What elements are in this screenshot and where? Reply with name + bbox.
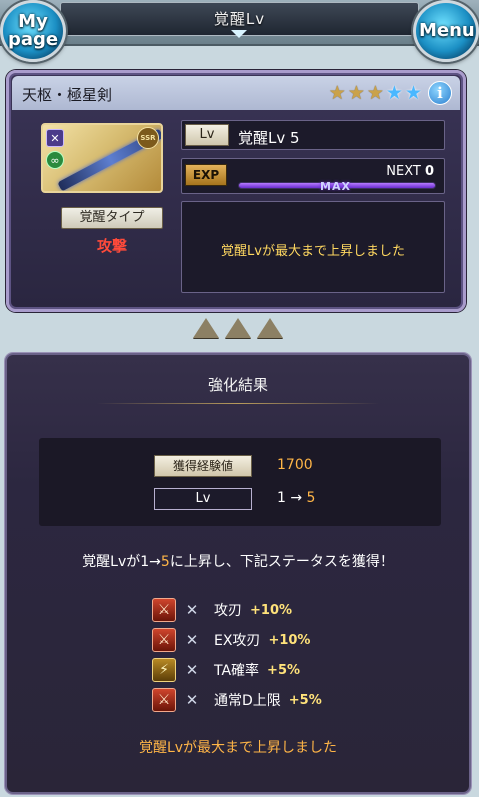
weapon-card-header: 天枢・極星剣 ★ ★ ★ ★ ★ i xyxy=(12,76,460,110)
sword-sub-icon: ✕ xyxy=(185,631,199,649)
info-icon[interactable]: i xyxy=(428,81,452,105)
exp-box: EXP NEXT 0 MAX xyxy=(181,158,445,194)
skill-row: ⚡ ✕ TA確率 +5% xyxy=(152,655,322,685)
skill-value: +10% xyxy=(250,602,293,618)
star-gold-icon: ★ xyxy=(347,82,365,104)
sword-type-icon: ✕ xyxy=(46,129,64,147)
skill-name: 攻刃 xyxy=(214,603,242,619)
next-label: NEXT xyxy=(386,164,421,179)
skill-value: +5% xyxy=(267,662,301,678)
awakening-type-value: 攻撃 xyxy=(96,237,127,255)
sword-sub-icon: ✕ xyxy=(185,691,199,709)
gain-suffix: に上昇し、下記ステータスを獲得！ xyxy=(169,554,394,570)
weapon-card: 天枢・極星剣 ★ ★ ★ ★ ★ i SSR ✕ ∞ 覚醒タイプ 攻撃 Lv 覚… xyxy=(6,70,466,312)
awakening-level: 覚醒Lv 5 xyxy=(238,129,300,147)
skill-name: TA確率 xyxy=(214,663,260,679)
exp-tag: EXP xyxy=(185,164,227,186)
skill-name: 通常D上限 xyxy=(214,693,281,709)
next-value: 0 xyxy=(424,164,434,179)
lv-change: 1 → 5 xyxy=(277,490,315,506)
max-label: MAX xyxy=(320,180,351,193)
gold-skill-icon: ⚡ xyxy=(152,658,176,682)
star-rating: ★ ★ ★ ★ ★ xyxy=(329,83,422,103)
arrow-divider xyxy=(193,318,283,338)
skill-list: ⚔ ✕ 攻刃 +10% ⚔ ✕ EX攻刃 +10% ⚡ ✕ TA確率 +5% ⚔… xyxy=(152,595,322,715)
fire-skill-icon: ⚔ xyxy=(152,628,176,652)
exp-gained-label: 獲得経験値 xyxy=(154,455,252,477)
menu-button[interactable]: Menu xyxy=(413,0,479,62)
star-blue-icon: ★ xyxy=(404,82,422,104)
result-title: 強化結果 xyxy=(207,376,268,394)
mypage-button[interactable]: My page xyxy=(0,0,66,62)
sword-sub-icon: ✕ xyxy=(185,601,199,619)
triangle-icon xyxy=(257,318,283,338)
weapon-name: 天枢・極星剣 xyxy=(22,86,113,104)
awakening-type-label: 覚醒タイプ xyxy=(61,207,163,229)
result-summary: 獲得経験値 1700 Lv 1 → 5 xyxy=(39,438,441,526)
title-divider xyxy=(97,403,379,404)
lv-tag: Lv xyxy=(185,124,229,146)
fire-skill-icon: ⚔ xyxy=(152,598,176,622)
gain-description: 覚醒Lvが1→5に上昇し、下記ステータスを獲得！ xyxy=(7,551,469,571)
wind-element-icon: ∞ xyxy=(46,151,64,169)
weapon-thumbnail[interactable]: SSR ✕ ∞ xyxy=(41,123,163,193)
exp-gained-value: 1700 xyxy=(277,457,313,473)
level-box: Lv 覚醒Lv 5 xyxy=(181,120,445,150)
skill-value: +10% xyxy=(268,632,311,648)
skill-value: +5% xyxy=(288,692,322,708)
star-gold-icon: ★ xyxy=(328,82,346,104)
skill-row: ⚔ ✕ 攻刃 +10% xyxy=(152,595,322,625)
skill-row: ⚔ ✕ EX攻刃 +10% xyxy=(152,625,322,655)
triangle-icon xyxy=(193,318,219,338)
lv-to: 5 xyxy=(306,490,316,506)
skill-row: ⚔ ✕ 通常D上限 +5% xyxy=(152,685,322,715)
skill-name: EX攻刃 xyxy=(214,633,261,649)
gain-from: 1→ xyxy=(140,554,161,570)
triangle-icon xyxy=(225,318,251,338)
result-panel: 強化結果 獲得経験値 1700 Lv 1 → 5 覚醒Lvが1→5に上昇し、下記… xyxy=(5,353,471,794)
gain-to: 5 xyxy=(160,554,170,570)
final-message: 覚醒Lvが最大まで上昇しました xyxy=(138,740,338,756)
status-message: 覚醒Lvが最大まで上昇しました xyxy=(221,244,405,259)
star-gold-icon: ★ xyxy=(366,82,384,104)
lv-label: Lv xyxy=(154,488,252,510)
fire-skill-icon: ⚔ xyxy=(152,688,176,712)
status-message-box: 覚醒Lvが最大まで上昇しました xyxy=(181,201,445,293)
mypage-button-label: My page xyxy=(7,11,59,50)
lv-from: 1 → xyxy=(277,490,307,506)
star-blue-icon: ★ xyxy=(385,82,403,104)
chevron-down-icon xyxy=(231,30,247,38)
header-bar: 覚醒Lv xyxy=(0,0,479,46)
page-title: 覚醒Lv xyxy=(213,10,266,28)
next-exp: NEXT 0 xyxy=(386,164,434,179)
menu-button-label: Menu xyxy=(419,20,475,41)
sword-sub-icon: ✕ xyxy=(185,661,199,679)
ssr-badge: SSR xyxy=(137,127,159,149)
gain-prefix: 覚醒Lvが xyxy=(82,554,141,570)
